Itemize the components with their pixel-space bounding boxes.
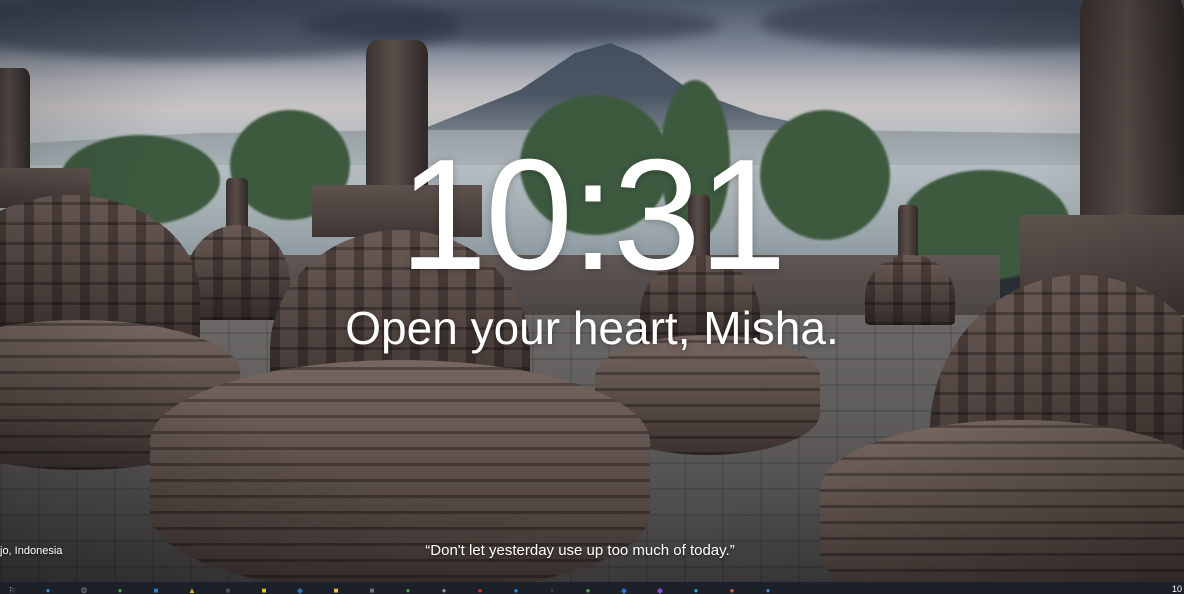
clock-time[interactable]: 10:31 [0, 135, 1184, 295]
network-icon[interactable]: ● [762, 587, 774, 594]
chrome-icon[interactable]: ● [114, 587, 126, 594]
folder-icon[interactable]: ■ [330, 587, 342, 594]
background-stupa-base [820, 420, 1184, 594]
app-alt-icon[interactable]: ● [438, 587, 450, 594]
browser-icon[interactable]: ● [42, 587, 54, 594]
notes-icon[interactable]: ■ [258, 587, 270, 594]
app-icon[interactable]: ■ [222, 587, 234, 594]
momentum-new-tab-screen: 10:31 Open your heart, Misha. jo, Indone… [0, 0, 1184, 594]
daily-quote[interactable]: “Don't let yesterday use up too much of … [0, 541, 1160, 561]
firefox-icon[interactable]: ● [726, 587, 738, 594]
game-icon[interactable]: ● [582, 587, 594, 594]
windows-taskbar: 10 ⚐ ● ⚙ ● ■ ▲ ■ ■ ◆ ■ ■ ● ● ● ● ▪ ● ◆ ◆ ● ● ● [0, 582, 1184, 594]
terminal-icon[interactable]: ▪ [546, 587, 558, 594]
media-icon[interactable]: ◆ [654, 587, 666, 594]
chat-icon[interactable]: ● [690, 587, 702, 594]
edge-icon[interactable]: ● [510, 587, 522, 594]
record-icon[interactable]: ● [474, 587, 486, 594]
greeting-text[interactable]: Open your heart, Misha. [0, 300, 1184, 356]
chrome-alt-icon[interactable]: ● [402, 587, 414, 594]
mail-icon[interactable]: ◆ [294, 587, 306, 594]
photos-icon[interactable]: ▲ [186, 587, 198, 594]
taskbar-clock[interactable]: 10 [1172, 585, 1182, 594]
editor-icon[interactable]: ◆ [618, 587, 630, 594]
settings-icon[interactable]: ⚙ [78, 587, 90, 594]
start-icon[interactable]: ⚐ [6, 587, 18, 594]
store-icon[interactable]: ■ [150, 587, 162, 594]
calculator-icon[interactable]: ■ [366, 587, 378, 594]
